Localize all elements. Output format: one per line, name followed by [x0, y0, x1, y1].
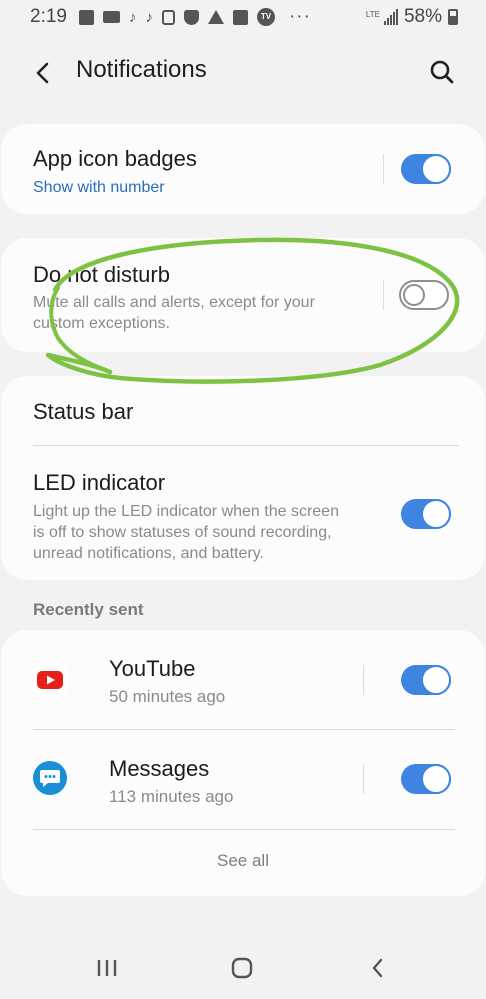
youtube-icon — [33, 663, 67, 697]
app-time: 50 minutes ago — [109, 687, 226, 706]
do-not-disturb-card: Do not disturb Mute all calls and alerts… — [1, 238, 485, 352]
see-all-button[interactable]: See all — [1, 851, 485, 871]
search-icon — [430, 60, 454, 84]
recently-sent-card: YouTube 50 minutes ago Messages 113 minu… — [1, 630, 485, 896]
do-not-disturb-title: Do not disturb — [33, 262, 170, 287]
status-bar: 2:19 ♪ ♪ TV ··· LTE 58% — [0, 0, 486, 34]
home-icon — [231, 957, 253, 979]
divider — [33, 829, 455, 830]
led-indicator-title: LED indicator — [33, 470, 166, 495]
nav-back-icon — [372, 958, 383, 978]
navigation-bar — [0, 940, 486, 994]
notifications-settings-screen: 2:19 ♪ ♪ TV ··· LTE 58% Notifications Ap… — [0, 0, 486, 999]
messages-icon — [33, 761, 67, 795]
lte-label: LTE — [365, 10, 380, 19]
status-bar-row[interactable]: Status bar — [1, 376, 485, 446]
recents-icon — [97, 960, 117, 976]
status-bar-title: Status bar — [33, 399, 134, 424]
battery-icon — [448, 9, 458, 25]
app-time: 113 minutes ago — [109, 787, 234, 806]
shield-icon — [183, 9, 199, 25]
back-button[interactable] — [26, 56, 60, 90]
do-not-disturb-row[interactable]: Do not disturb Mute all calls and alerts… — [1, 238, 485, 352]
app-icon-badges-title: App icon badges — [33, 146, 197, 171]
divider — [383, 154, 384, 184]
app-name: Messages — [109, 756, 210, 781]
google-drive-icon — [207, 10, 224, 24]
recents-button[interactable] — [87, 948, 127, 988]
divider — [363, 665, 364, 695]
back-arrow-icon — [36, 62, 49, 84]
led-indicator-subtitle-2: is off to show statuses of sound recordi… — [33, 524, 332, 541]
tiktok-icon-2: ♪ — [145, 8, 153, 26]
system-indicators: LTE 58% — [366, 6, 458, 28]
tiktok-icon: ♪ — [128, 8, 137, 26]
page-title: Notifications — [76, 56, 207, 83]
facebook-icon — [78, 9, 94, 25]
facebook-icon-2 — [232, 9, 248, 25]
app-icon-badges-toggle[interactable] — [401, 154, 451, 184]
divider — [383, 280, 384, 310]
notification-icons: ♪ ♪ TV — [78, 8, 275, 26]
app-row-youtube[interactable]: YouTube 50 minutes ago — [1, 630, 485, 730]
divider — [363, 764, 364, 794]
led-indicator-subtitle-1: Light up the LED indicator when the scre… — [33, 503, 339, 520]
messages-toggle[interactable] — [401, 764, 451, 794]
status-led-card: Status bar LED indicator Light up the LE… — [1, 376, 485, 580]
battery-percent: 58% — [403, 6, 442, 27]
tv-app-icon: TV — [256, 8, 275, 26]
search-button[interactable] — [424, 54, 460, 90]
status-time: 2:19 — [30, 6, 67, 27]
app-row-messages[interactable]: Messages 113 minutes ago — [1, 730, 485, 830]
app-header: Notifications — [0, 40, 486, 104]
youtube-toggle[interactable] — [401, 665, 451, 695]
app-icon-badges-subtitle: Show with number — [33, 179, 165, 196]
shopping-bag-icon — [161, 9, 175, 25]
led-indicator-subtitle-3: unread notifications, and battery. — [33, 545, 264, 562]
app-icon-badges-row[interactable]: App icon badges Show with number — [1, 124, 485, 214]
nav-back-button[interactable] — [358, 948, 398, 988]
do-not-disturb-subtitle-2: custom exceptions. — [33, 315, 170, 332]
signal-icon — [383, 9, 398, 25]
do-not-disturb-toggle[interactable] — [399, 280, 449, 310]
home-button[interactable] — [222, 948, 262, 988]
do-not-disturb-subtitle-1: Mute all calls and alerts, except for yo… — [33, 294, 315, 311]
led-indicator-row[interactable]: LED indicator Light up the LED indicator… — [1, 446, 485, 580]
more-notifications-icon: ··· — [288, 6, 311, 27]
app-name: YouTube — [109, 656, 196, 681]
led-indicator-toggle[interactable] — [401, 499, 451, 529]
app-icon-badges-card: App icon badges Show with number — [1, 124, 485, 214]
recently-sent-label: Recently sent — [33, 600, 144, 619]
video-call-icon — [102, 11, 120, 23]
